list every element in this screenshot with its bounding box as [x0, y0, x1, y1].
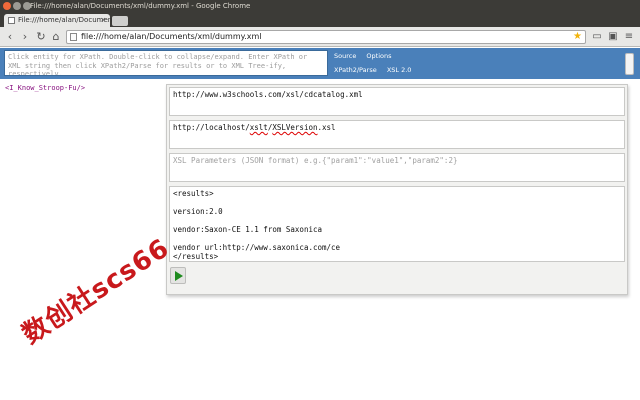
- options-link[interactable]: Options: [366, 52, 391, 60]
- xml-url-field[interactable]: http://www.w3schools.com/xsl/cdcatalog.x…: [169, 87, 625, 116]
- xsl-params-field[interactable]: XSL Parameters (JSON format) e.g.{"param…: [169, 153, 625, 182]
- new-tab-button[interactable]: [112, 16, 128, 26]
- xpath-extension-bar: Click entity for XPath. Double-click to …: [0, 48, 640, 79]
- reload-button[interactable]: ↻: [34, 30, 48, 44]
- xsl-url-field[interactable]: http://localhost/xslt/XSLVersion.xsl: [169, 120, 625, 149]
- window-controls: [3, 2, 31, 10]
- xpath2-parse-link[interactable]: XPath2/Parse: [334, 66, 377, 74]
- back-button[interactable]: ‹: [3, 30, 17, 44]
- run-button[interactable]: [170, 267, 186, 284]
- xsl-panel: http://www.w3schools.com/xsl/cdcatalog.x…: [166, 84, 628, 295]
- home-button[interactable]: ⌂: [49, 30, 63, 44]
- watermark-text: 数创社scs66: [17, 233, 175, 351]
- xsl-url-prefix: http://localhost/: [173, 123, 250, 132]
- tab-close-icon[interactable]: ×: [100, 14, 106, 27]
- results-output[interactable]: <results> version:2.0 vendor:Saxon-CE 1.…: [169, 186, 625, 262]
- address-bar[interactable]: file:///home/alan/Documents/xml/dummy.xm…: [66, 30, 586, 44]
- browser-toolbar: ‹ › ↻ ⌂ file:///home/alan/Documents/xml/…: [0, 27, 640, 47]
- xsl-url-suffix: .xsl: [317, 123, 336, 132]
- extension-icon[interactable]: ▣: [606, 30, 620, 44]
- xsl-url-word2: XSLVersion: [272, 123, 318, 132]
- window-title-bar: File:///home/alan/Documents/xml/dummy.xm…: [0, 0, 640, 12]
- forward-button[interactable]: ›: [18, 30, 32, 44]
- xml-root-element[interactable]: <I_Know_Stroop-Fu/>: [5, 84, 85, 92]
- extension-links-top: Source Options: [334, 52, 400, 60]
- window-minimize-button[interactable]: [13, 2, 21, 10]
- menu-icon[interactable]: ≡: [622, 30, 636, 44]
- xsl2-link[interactable]: XSL 2.0: [387, 66, 412, 74]
- play-icon: [175, 271, 183, 281]
- extension-scroll-handle[interactable]: [625, 53, 634, 75]
- source-link[interactable]: Source: [334, 52, 356, 60]
- tab-dummy-xml[interactable]: File:///home/alan/Documents ×: [4, 14, 119, 27]
- extension-links-bottom: XPath2/Parse XSL 2.0: [334, 66, 419, 74]
- xsl-url-word1: xslt: [249, 123, 268, 132]
- page-icon: [70, 33, 77, 41]
- cast-icon[interactable]: ▭: [590, 30, 604, 44]
- xpath-input[interactable]: Click entity for XPath. Double-click to …: [4, 50, 328, 76]
- tab-strip: File:///home/alan/Documents ×: [0, 12, 640, 27]
- page-favicon-icon: [8, 17, 15, 24]
- window-title: File:///home/alan/Documents/xml/dummy.xm…: [30, 2, 251, 10]
- bookmark-star-icon[interactable]: ★: [573, 31, 582, 43]
- window-close-button[interactable]: [3, 2, 11, 10]
- address-url: file:///home/alan/Documents/xml/dummy.xm…: [81, 32, 262, 41]
